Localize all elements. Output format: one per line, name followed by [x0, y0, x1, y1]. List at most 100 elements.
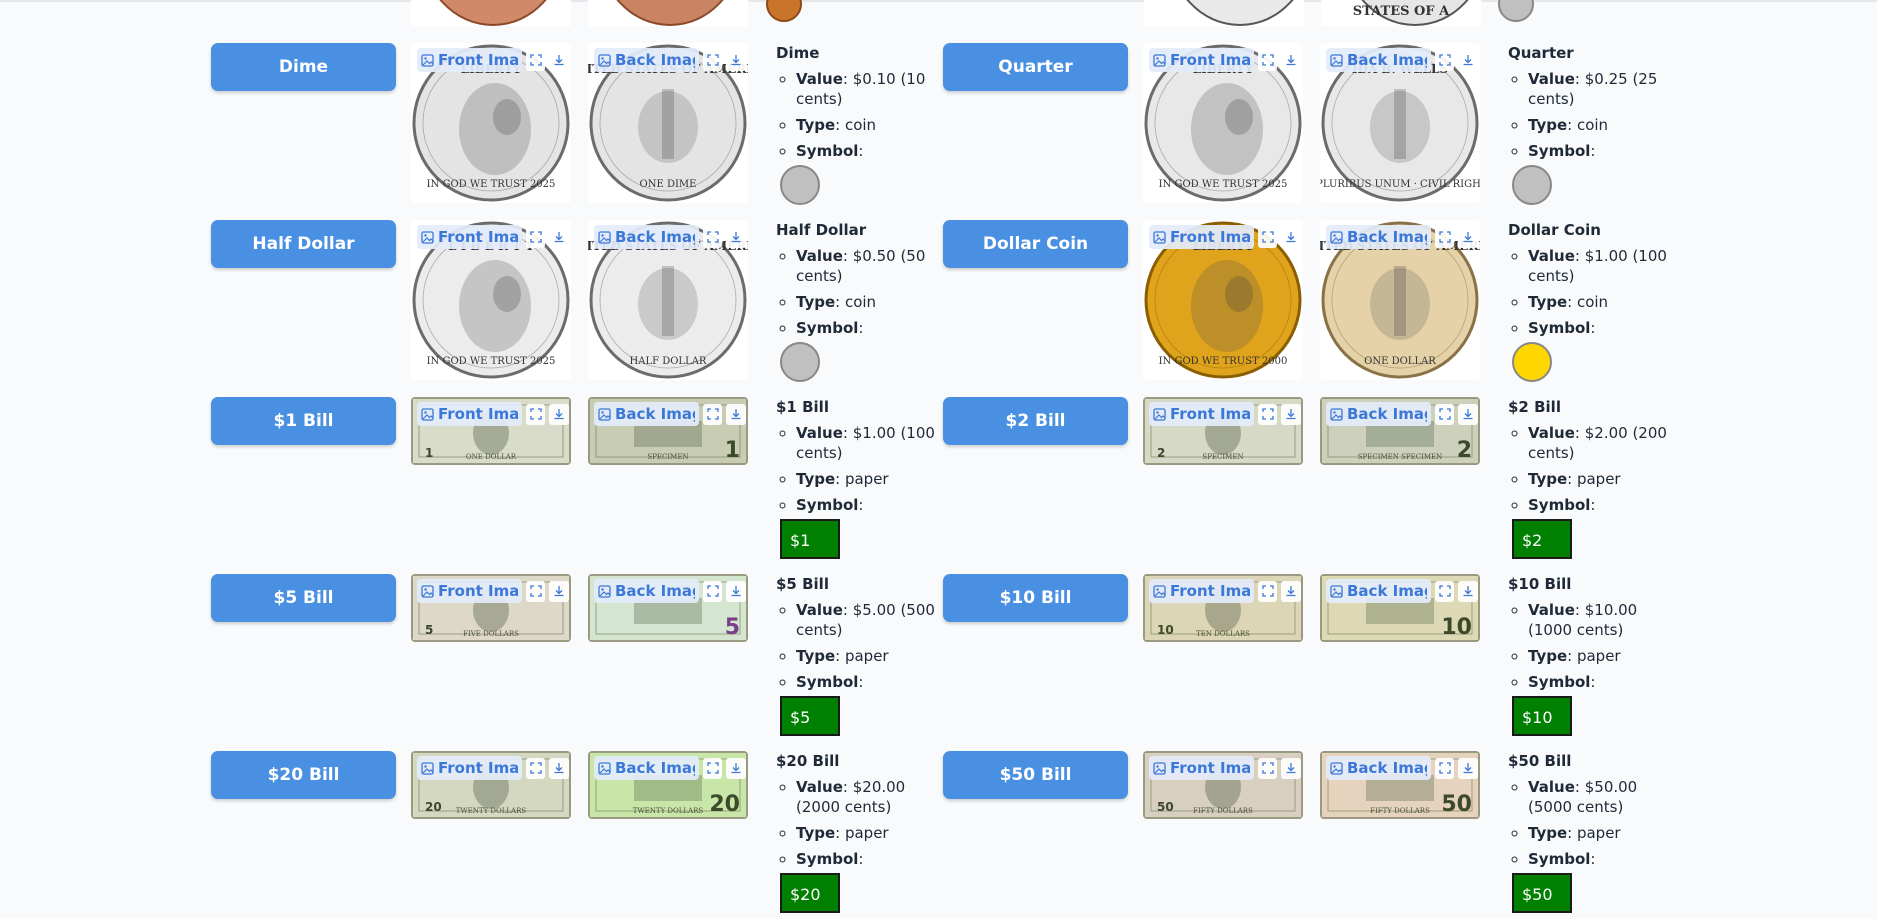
front-image-label[interactable]: Front Image — [417, 48, 522, 72]
type-item: Type: paper — [796, 646, 936, 666]
front-image-tile[interactable]: TWENTY DOLLARS 20 Front Image — [411, 751, 571, 819]
expand-icon[interactable] — [702, 757, 723, 779]
back-image-label[interactable]: Back Image — [594, 225, 699, 249]
back-image-tile[interactable]: 5 Back Image — [588, 574, 748, 642]
front-image-label[interactable]: Front Image — [1149, 756, 1254, 780]
expand-icon[interactable] — [1434, 403, 1455, 425]
back-image-label[interactable]: Back Image — [1326, 48, 1431, 72]
currency-button[interactable]: Quarter — [943, 43, 1128, 91]
expand-icon[interactable] — [702, 226, 723, 248]
image-toolbar: Back Image — [1326, 224, 1478, 250]
download-icon[interactable] — [549, 403, 569, 425]
expand-icon[interactable] — [702, 403, 723, 425]
expand-icon[interactable] — [1434, 226, 1455, 248]
currency-row: DimeLIBERTYIN GOD WE TRUST 2025Front Ima… — [211, 0, 925, 205]
back-image-tile[interactable]: TWENTY DOLLARS 20 Back Image — [588, 751, 748, 819]
image-icon — [598, 53, 611, 67]
download-icon[interactable] — [1458, 226, 1478, 248]
front-image-label[interactable]: Front Image — [417, 756, 522, 780]
front-image-tile[interactable]: TEN DOLLARS 10 Front Image — [1143, 574, 1303, 642]
expand-icon[interactable] — [1434, 49, 1455, 71]
expand-icon[interactable] — [1257, 49, 1278, 71]
image-icon — [1153, 230, 1166, 244]
front-image-label[interactable]: Front Image — [1149, 402, 1254, 426]
download-icon[interactable] — [1281, 403, 1301, 425]
back-image-label[interactable]: Back Image — [594, 48, 699, 72]
download-icon[interactable] — [1281, 757, 1301, 779]
expand-icon[interactable] — [1257, 757, 1278, 779]
download-icon[interactable] — [549, 226, 569, 248]
image-icon — [1153, 53, 1166, 67]
currency-name: $50 Bill — [1508, 752, 1572, 770]
currency-button[interactable]: $5 Bill — [211, 574, 396, 622]
image-icon — [421, 230, 434, 244]
download-icon[interactable] — [549, 49, 569, 71]
type-text: paper — [844, 824, 889, 842]
download-icon[interactable] — [1281, 226, 1301, 248]
front-image-tile[interactable]: FIFTY DOLLARS 50 Front Image — [1143, 751, 1303, 819]
back-image-tile[interactable]: 10 Back Image — [1320, 574, 1480, 642]
download-icon[interactable] — [1458, 580, 1478, 602]
download-icon[interactable] — [549, 757, 569, 779]
download-icon[interactable] — [726, 226, 746, 248]
back-bill-caption: FIFTY DOLLARS — [1370, 807, 1430, 815]
front-image-label[interactable]: Front Image — [1149, 225, 1254, 249]
back-image-tile[interactable]: FIFTY DOLLARS 50 Back Image — [1320, 751, 1480, 819]
currency-button[interactable]: Dime — [211, 43, 396, 91]
currency-row: Half DollarL I B E R T YIN GOD WE TRUST … — [211, 157, 925, 382]
expand-icon[interactable] — [1257, 403, 1278, 425]
expand-icon[interactable] — [525, 226, 546, 248]
front-bill-caption: FIVE DOLLARS — [463, 630, 519, 638]
back-image-label[interactable]: Back Image — [1326, 225, 1431, 249]
expand-icon[interactable] — [525, 403, 546, 425]
download-icon[interactable] — [1458, 403, 1478, 425]
front-image-label[interactable]: Front Image — [1149, 579, 1254, 603]
back-image-label[interactable]: Back Image — [1326, 579, 1431, 603]
expand-icon[interactable] — [702, 580, 723, 602]
expand-icon[interactable] — [1434, 580, 1455, 602]
image-toolbar: Front Image — [417, 47, 569, 73]
expand-icon[interactable] — [525, 580, 546, 602]
currency-button[interactable]: $20 Bill — [211, 751, 396, 799]
expand-icon[interactable] — [1257, 580, 1278, 602]
back-image-label[interactable]: Back Image — [594, 402, 699, 426]
download-icon[interactable] — [1281, 580, 1301, 602]
front-image-tile[interactable]: FIVE DOLLARS 5 Front Image — [411, 574, 571, 642]
image-icon — [598, 230, 611, 244]
download-icon[interactable] — [1281, 49, 1301, 71]
currency-row: $5 Bill FIVE DOLLARS 5 Front Image 5 Back Ima… — [211, 511, 935, 736]
expand-icon[interactable] — [525, 757, 546, 779]
download-icon[interactable] — [726, 580, 746, 602]
expand-icon[interactable] — [1434, 757, 1455, 779]
back-image-tile[interactable]: SPECIMEN 1 Back Image — [588, 397, 748, 465]
back-image-tile[interactable]: SPECIMEN SPECIMEN 2 Back Image — [1320, 397, 1480, 465]
download-icon[interactable] — [726, 49, 746, 71]
front-image-label[interactable]: Front Image — [417, 402, 522, 426]
back-image-label[interactable]: Back Image — [594, 756, 699, 780]
front-image-label[interactable]: Front Image — [417, 579, 522, 603]
download-icon[interactable] — [1458, 49, 1478, 71]
currency-button[interactable]: $1 Bill — [211, 397, 396, 445]
expand-icon[interactable] — [525, 49, 546, 71]
type-text: coin — [1576, 293, 1609, 311]
back-image-label[interactable]: Back Image — [1326, 756, 1431, 780]
download-icon[interactable] — [1458, 757, 1478, 779]
currency-row: $2 Bill SPECIMEN 2 Front Image SPECIMEN SPEC… — [943, 334, 1667, 559]
currency-button[interactable]: Half Dollar — [211, 220, 396, 268]
currency-button[interactable]: $50 Bill — [943, 751, 1128, 799]
front-image-label[interactable]: Front Image — [1149, 48, 1254, 72]
expand-icon[interactable] — [1257, 226, 1278, 248]
back-image-label[interactable]: Back Image — [594, 579, 699, 603]
download-icon[interactable] — [726, 403, 746, 425]
back-image-label[interactable]: Back Image — [1326, 402, 1431, 426]
expand-icon[interactable] — [702, 49, 723, 71]
currency-button[interactable]: $2 Bill — [943, 397, 1128, 445]
front-image-label[interactable]: Front Image — [417, 225, 522, 249]
front-image-tile[interactable]: SPECIMEN 2 Front Image — [1143, 397, 1303, 465]
value-item: Value: $2.00 (200 cents) — [1528, 423, 1668, 463]
front-image-tile[interactable]: ONE DOLLAR 1 Front Image — [411, 397, 571, 465]
download-icon[interactable] — [726, 757, 746, 779]
currency-button[interactable]: Dollar Coin — [943, 220, 1128, 268]
currency-button[interactable]: $10 Bill — [943, 574, 1128, 622]
download-icon[interactable] — [549, 580, 569, 602]
